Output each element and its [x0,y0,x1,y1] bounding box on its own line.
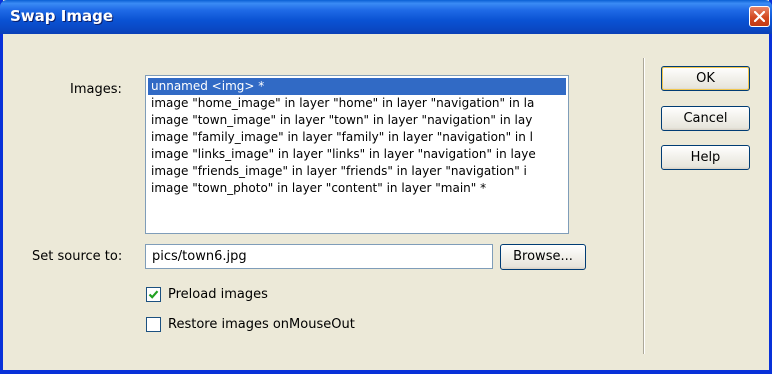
source-input[interactable]: pics/town6.jpg [145,244,493,269]
list-item[interactable]: image "home_image" in layer "home" in la… [148,95,566,112]
images-listbox[interactable]: unnamed <img> * image "home_image" in la… [145,75,569,234]
list-item[interactable]: image "links_image" in layer "links" in … [148,146,566,163]
ok-button[interactable]: OK [661,66,750,91]
checkmark-icon [148,290,159,299]
swap-image-dialog: Swap Image Images: unnamed <img> * image… [0,0,772,374]
source-label: Set source to: [32,249,123,264]
cancel-button[interactable]: Cancel [661,106,750,131]
browse-button[interactable]: Browse... [500,244,586,270]
close-button[interactable] [749,6,770,27]
list-item[interactable]: image "family_image" in layer "family" i… [148,129,566,146]
restore-label[interactable]: Restore images onMouseOut [168,317,355,332]
preload-checkbox[interactable] [146,287,161,302]
separator [643,58,645,354]
list-item[interactable]: image "friends_image" in layer "friends"… [148,163,566,180]
list-item[interactable]: image "town_photo" in layer "content" in… [148,180,566,197]
list-item[interactable]: unnamed <img> * [148,78,566,95]
title-bar: Swap Image [0,0,772,34]
restore-checkbox[interactable] [146,317,161,332]
help-button[interactable]: Help [661,145,750,170]
close-icon [754,11,765,22]
list-item[interactable]: image "town_image" in layer "town" in la… [148,112,566,129]
dialog-title: Swap Image [10,7,113,25]
images-label: Images: [70,82,122,97]
preload-label[interactable]: Preload images [168,287,268,302]
